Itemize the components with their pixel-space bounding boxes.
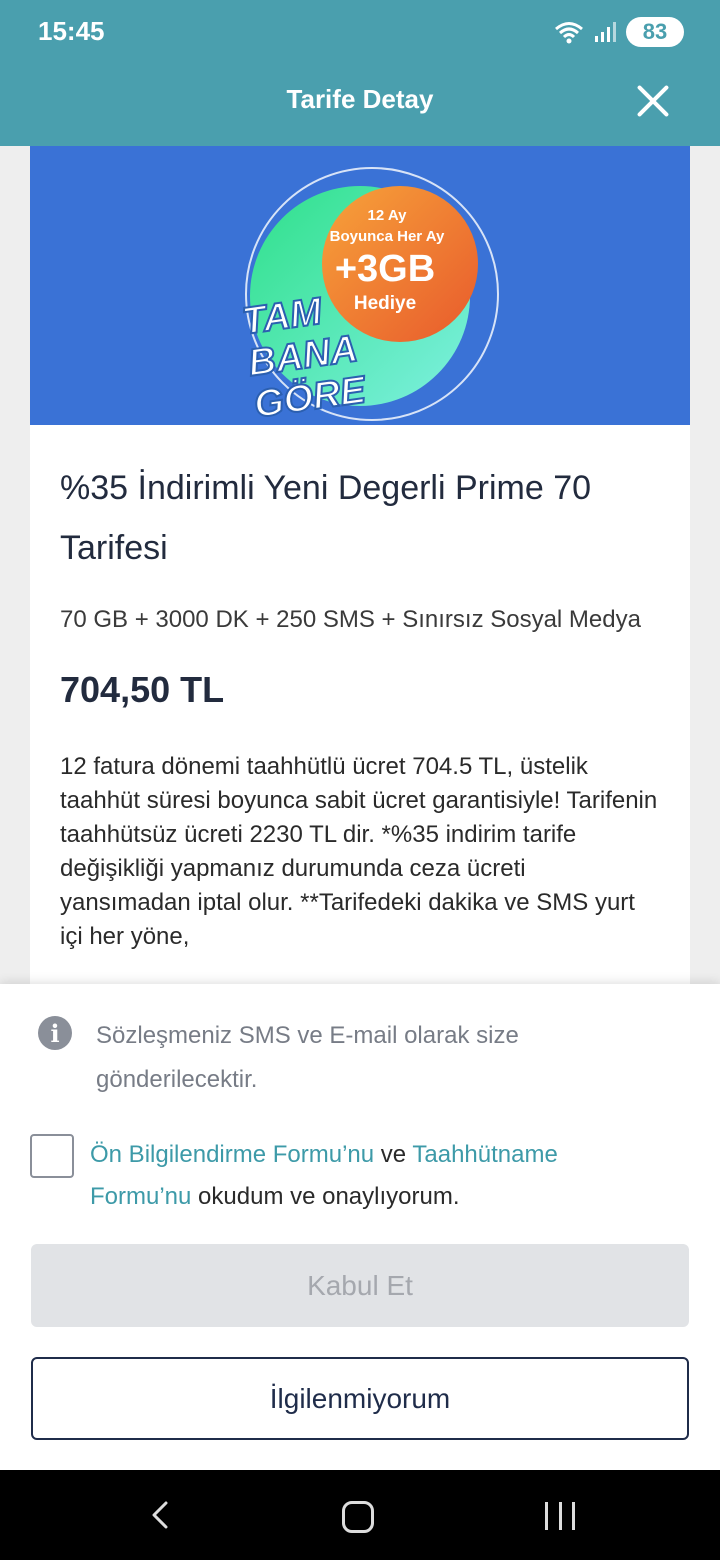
home-icon[interactable] (342, 1501, 374, 1533)
decline-button[interactable]: İlgilenmiyorum (31, 1357, 689, 1440)
tariff-card: 12 Ay Boyunca Her Ay +3GB Hediye TAM BAN… (30, 146, 690, 1006)
consent-sheet: i Sözleşmeniz SMS ve E-mail olarak size … (0, 984, 720, 1470)
banner-line4: Hediye (354, 293, 416, 314)
promo-banner: 12 Ay Boyunca Her Ay +3GB Hediye TAM BAN… (30, 146, 690, 425)
consent-suffix: okudum ve onaylıyorum. (198, 1183, 460, 1210)
info-text: Sözleşmeniz SMS ve E-mail olarak size gö… (96, 1022, 519, 1093)
tariff-details: 12 fatura dönemi taahhütlü ücret 704.5 T… (60, 753, 658, 950)
screen: 15:45 83 Tarife Detay 12 Ay Boyunca Her … (0, 0, 720, 1560)
close-icon[interactable] (634, 82, 672, 120)
back-icon[interactable] (146, 1500, 176, 1530)
consent-connector: ve (380, 1141, 407, 1168)
recent-apps-icon[interactable] (545, 1502, 575, 1532)
banner-line2: Boyunca Her Ay (330, 228, 445, 245)
wifi-icon (555, 22, 583, 44)
system-nav-bar (0, 1470, 720, 1560)
consent-row: Ön Bilgilendirme Formu’nu ve Taahhütname… (30, 1134, 650, 1218)
battery-indicator: 83 (626, 17, 684, 47)
signal-icon (595, 22, 616, 42)
promo-graphic: 12 Ay Boyunca Her Ay +3GB Hediye TAM BAN… (239, 167, 499, 425)
info-icon: i (38, 1016, 72, 1050)
page-title: Tarife Detay (286, 84, 434, 114)
banner-line1: 12 Ay (368, 207, 408, 224)
accept-button[interactable]: Kabul Et (31, 1244, 689, 1327)
banner-line3: +3GB (335, 248, 435, 290)
consent-text: Ön Bilgilendirme Formu’nu ve Taahhütname… (90, 1134, 650, 1218)
app-header: 15:45 83 Tarife Detay (0, 0, 720, 146)
consent-checkbox[interactable] (30, 1134, 74, 1178)
tariff-info: %35 İndirimli Yeni Degerli Prime 70 Tari… (60, 458, 660, 954)
tariff-title: %35 İndirimli Yeni Degerli Prime 70 Tari… (60, 469, 592, 567)
tariff-description: 70 GB + 3000 DK + 250 SMS + Sınırsız Sos… (60, 606, 641, 633)
info-row: i Sözleşmeniz SMS ve E-mail olarak size … (38, 1014, 616, 1102)
status-icons: 83 (554, 16, 684, 48)
tariff-price: 704,50 TL (60, 669, 225, 710)
pre-info-form-link[interactable]: Ön Bilgilendirme Formu’nu (90, 1141, 374, 1168)
status-time: 15:45 (38, 16, 105, 46)
